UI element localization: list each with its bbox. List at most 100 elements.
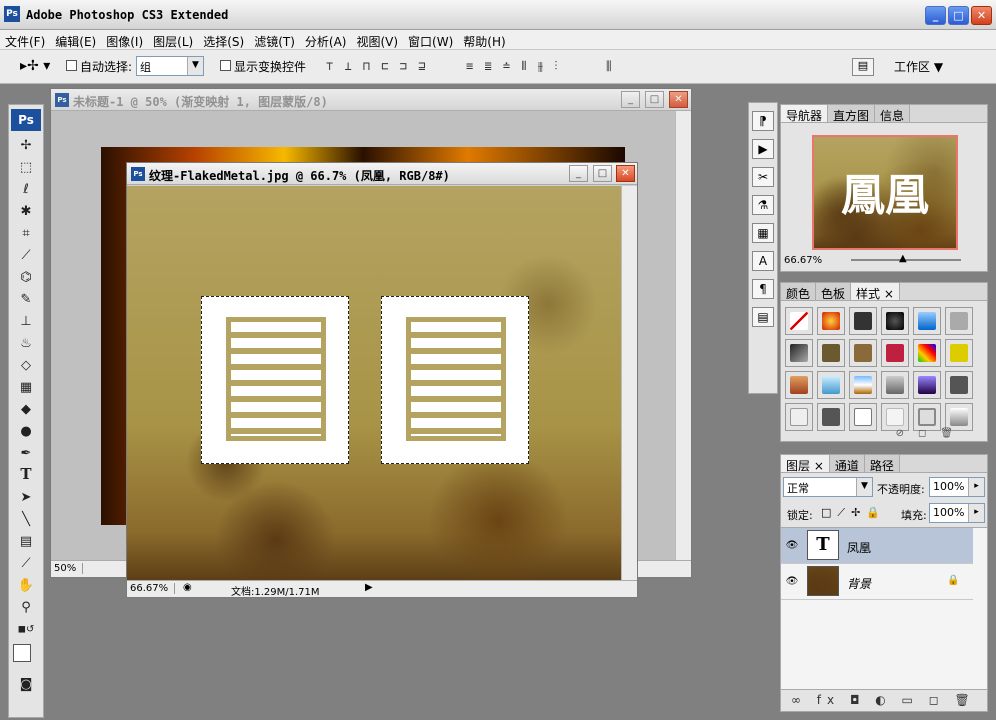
brushes-panel-icon[interactable]: ⁋ bbox=[752, 111, 774, 131]
align-icons-group[interactable]: ⊤ ⊥ ⊓ ⊏ ⊐ ⊒ bbox=[326, 59, 427, 73]
style-swatch[interactable] bbox=[913, 371, 941, 399]
style-swatch[interactable] bbox=[881, 371, 909, 399]
style-swatch[interactable] bbox=[945, 371, 973, 399]
slider-thumb-icon[interactable]: ▲ bbox=[899, 253, 907, 264]
tool-presets-icon[interactable]: ✂ bbox=[752, 167, 774, 187]
style-none-swatch[interactable] bbox=[785, 307, 813, 335]
magic-wand-tool-icon[interactable]: ✱ bbox=[11, 201, 41, 222]
opacity-input[interactable]: 100% ▸ bbox=[929, 477, 985, 497]
lasso-tool-icon[interactable]: ℓ bbox=[11, 179, 41, 200]
tab-color[interactable]: 颜色 bbox=[781, 283, 817, 301]
maximize-button[interactable]: □ bbox=[948, 6, 969, 25]
doc-maximize-button[interactable]: □ bbox=[593, 165, 612, 182]
style-swatch[interactable] bbox=[817, 403, 845, 431]
lock-icons[interactable]: □⟋✢🔒 bbox=[821, 506, 886, 520]
layer-name[interactable]: 凤凰 bbox=[847, 539, 871, 556]
style-swatch[interactable] bbox=[849, 371, 877, 399]
marquee-tool-icon[interactable]: ⬚ bbox=[11, 157, 41, 178]
hand-tool-icon[interactable]: ✋ bbox=[11, 575, 41, 596]
style-swatch[interactable] bbox=[945, 403, 973, 431]
show-transform-checkbox[interactable] bbox=[220, 60, 231, 71]
blur-tool-icon[interactable]: ◆ bbox=[11, 399, 41, 420]
menu-image[interactable]: 图像(I) bbox=[101, 30, 148, 50]
layers-footer-icons[interactable]: ∞ fx ◘ ◐ ▭ ◻ 🗑 bbox=[781, 689, 987, 711]
path-selection-tool-icon[interactable]: ➤ bbox=[11, 487, 41, 508]
palette-well-icon[interactable]: ▤ bbox=[852, 58, 874, 76]
tab-paths[interactable]: 路径 bbox=[864, 455, 900, 473]
healing-brush-tool-icon[interactable]: ⌬ bbox=[11, 267, 41, 288]
style-swatch[interactable] bbox=[817, 371, 845, 399]
eye-icon[interactable]: 👁 bbox=[785, 576, 799, 588]
style-swatch[interactable] bbox=[785, 403, 813, 431]
menu-help[interactable]: 帮助(H) bbox=[458, 30, 510, 50]
brush-tool-icon[interactable]: ✎ bbox=[11, 289, 41, 310]
notes-tool-icon[interactable]: ▤ bbox=[11, 531, 41, 552]
distribute-icons-group[interactable]: ≡ ≣ ≐ ⫴ ⫵ ⫶ bbox=[466, 59, 559, 74]
style-swatch[interactable] bbox=[785, 371, 813, 399]
gradient-tool-icon[interactable]: ▦ bbox=[11, 377, 41, 398]
style-swatch[interactable] bbox=[849, 339, 877, 367]
tab-channels[interactable]: 通道 bbox=[829, 455, 865, 473]
style-swatch[interactable] bbox=[817, 307, 845, 335]
style-swatch[interactable] bbox=[785, 339, 813, 367]
tab-navigator[interactable]: 导航器 bbox=[781, 105, 829, 123]
character-panel-icon[interactable]: A bbox=[752, 251, 774, 271]
auto-align-icon[interactable]: ⫼ bbox=[606, 59, 612, 74]
tab-layers[interactable]: 图层 × bbox=[781, 455, 830, 473]
menu-layer[interactable]: 图层(L) bbox=[148, 30, 198, 50]
dodge-tool-icon[interactable]: ● bbox=[11, 421, 41, 442]
eyedropper-tool-icon[interactable]: ⟋ bbox=[11, 553, 41, 574]
auto-select-dropdown[interactable]: 组 ▼ bbox=[136, 56, 204, 76]
history-brush-tool-icon[interactable]: ♨ bbox=[11, 333, 41, 354]
tab-swatches[interactable]: 色板 bbox=[816, 283, 852, 301]
move-tool-icon[interactable]: ✢ bbox=[11, 135, 41, 156]
clone-stamp-tool-icon[interactable]: ⊥ bbox=[11, 311, 41, 332]
eraser-tool-icon[interactable]: ◇ bbox=[11, 355, 41, 376]
doc-close-button[interactable]: ✕ bbox=[669, 91, 688, 108]
doc-maximize-button[interactable]: □ bbox=[645, 91, 664, 108]
default-colors-icon[interactable]: ◼↺ bbox=[11, 619, 41, 640]
style-swatch[interactable] bbox=[945, 339, 973, 367]
clone-source-icon[interactable]: ⚗ bbox=[752, 195, 774, 215]
style-swatch[interactable] bbox=[913, 339, 941, 367]
style-swatch[interactable] bbox=[913, 307, 941, 335]
foreground-color-icon[interactable] bbox=[13, 644, 31, 662]
status-arrow-icon[interactable]: ▶ bbox=[365, 582, 373, 593]
menu-filter[interactable]: 滤镜(T) bbox=[249, 30, 300, 50]
color-swatches[interactable] bbox=[11, 642, 41, 672]
type-tool-icon[interactable]: T bbox=[11, 465, 41, 486]
pen-tool-icon[interactable]: ✒ bbox=[11, 443, 41, 464]
doc-close-button[interactable]: ✕ bbox=[616, 165, 635, 182]
blend-mode-dropdown[interactable]: 正常 ▼ bbox=[783, 477, 873, 497]
style-swatch[interactable] bbox=[849, 403, 877, 431]
style-swatch[interactable] bbox=[881, 307, 909, 335]
tab-histogram[interactable]: 直方图 bbox=[828, 105, 876, 123]
paragraph-panel-icon[interactable]: ¶ bbox=[752, 279, 774, 299]
menu-window[interactable]: 窗口(W) bbox=[403, 30, 458, 50]
slice-tool-icon[interactable]: ⟋ bbox=[11, 245, 41, 266]
tab-styles[interactable]: 样式 × bbox=[851, 283, 900, 301]
line-tool-icon[interactable]: ╲ bbox=[11, 509, 41, 530]
navigator-zoom[interactable]: 66.67% bbox=[784, 255, 822, 266]
menu-analysis[interactable]: 分析(A) bbox=[300, 30, 352, 50]
menu-file[interactable]: 文件(F) bbox=[0, 30, 50, 50]
layer-comps-icon[interactable]: ▦ bbox=[752, 223, 774, 243]
style-swatch[interactable] bbox=[945, 307, 973, 335]
actions-panel-icon[interactable]: ▶ bbox=[752, 139, 774, 159]
workspace-button[interactable]: 工作区 ▼ bbox=[894, 58, 943, 75]
zoom-tool-icon[interactable]: ⚲ bbox=[11, 597, 41, 618]
auto-select-checkbox[interactable] bbox=[66, 60, 77, 71]
vertical-scrollbar[interactable] bbox=[675, 111, 691, 561]
tab-info[interactable]: 信息 bbox=[875, 105, 911, 123]
menu-edit[interactable]: 编辑(E) bbox=[50, 30, 101, 50]
move-tool-preset-icon[interactable]: ▸✢ ▾ bbox=[20, 58, 50, 74]
style-swatch[interactable] bbox=[881, 403, 909, 431]
vertical-scrollbar[interactable] bbox=[621, 186, 637, 580]
style-swatch[interactable] bbox=[849, 307, 877, 335]
close-button[interactable]: ✕ bbox=[971, 6, 992, 25]
minimize-button[interactable]: _ bbox=[925, 6, 946, 25]
doc-minimize-button[interactable]: _ bbox=[569, 165, 588, 182]
quick-mask-icon[interactable]: ◙ bbox=[11, 674, 41, 695]
tab-close-icon[interactable]: × bbox=[814, 459, 824, 473]
menu-view[interactable]: 视图(V) bbox=[351, 30, 403, 50]
